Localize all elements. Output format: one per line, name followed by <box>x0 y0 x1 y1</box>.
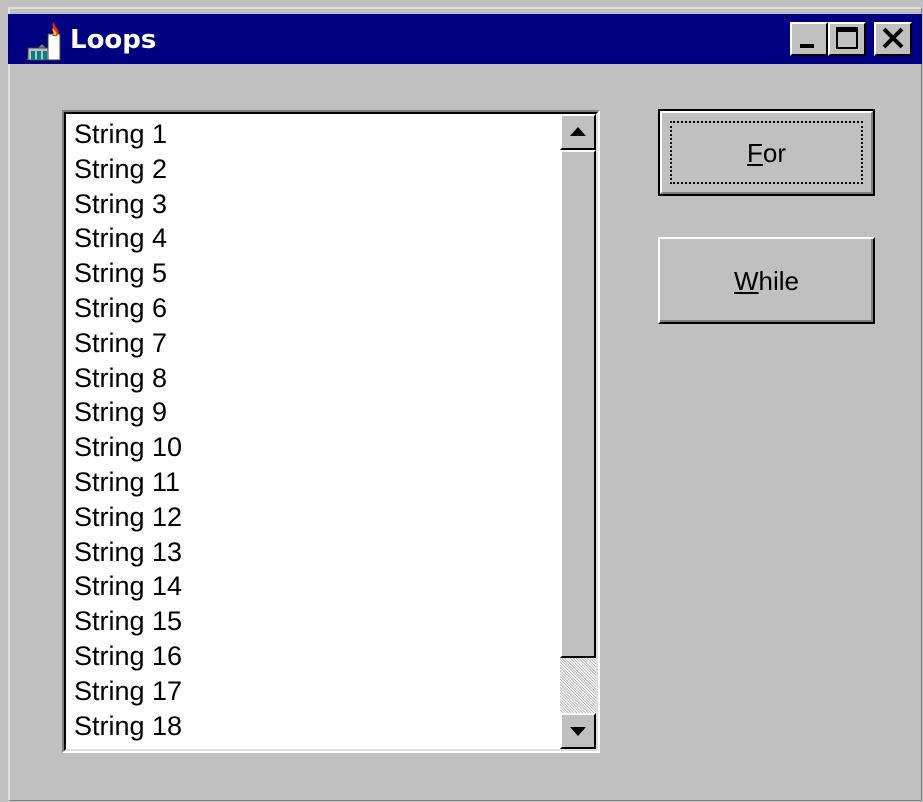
list-item[interactable]: String 10 <box>74 430 554 465</box>
list-item[interactable]: String 9 <box>74 395 554 430</box>
list-item[interactable]: String 5 <box>74 256 554 291</box>
list-item[interactable]: String 11 <box>74 465 554 500</box>
list-item[interactable]: String 15 <box>74 604 554 639</box>
for-label-rest: or <box>762 137 786 168</box>
for-button[interactable]: For <box>658 109 875 196</box>
while-mnemonic: W <box>733 265 759 296</box>
while-button-label: While <box>660 266 873 296</box>
list-item[interactable]: String 2 <box>74 152 554 187</box>
scroll-thumb[interactable] <box>560 150 596 658</box>
delphi-app-icon[interactable] <box>22 20 66 64</box>
listbox-client-area: String 1 String 2 String 3 String 4 String 5… <box>64 112 598 751</box>
for-button-label: For <box>660 138 873 168</box>
list-item[interactable]: String 14 <box>74 569 554 604</box>
scroll-up-button[interactable] <box>560 114 596 150</box>
close-icon <box>882 27 904 49</box>
list-item[interactable]: String 16 <box>74 639 554 674</box>
maximize-icon <box>836 27 858 49</box>
window-title: Loops <box>70 25 157 55</box>
list-item[interactable]: String 19 <box>74 743 554 747</box>
list-items: String 1 String 2 String 3 String 4 String 5… <box>74 117 554 747</box>
scroll-up-arrow-icon <box>570 127 586 136</box>
minimize-icon <box>800 44 814 48</box>
list-item[interactable]: String 7 <box>74 326 554 361</box>
list-item[interactable]: String 17 <box>74 674 554 709</box>
list-item[interactable]: String 13 <box>74 535 554 570</box>
vertical-scrollbar[interactable] <box>560 114 596 749</box>
scroll-down-button[interactable] <box>560 713 596 749</box>
while-label-rest: hile <box>758 265 800 296</box>
scroll-down-arrow-icon <box>570 727 586 736</box>
while-button[interactable]: While <box>658 237 875 324</box>
list-item[interactable]: String 8 <box>74 361 554 396</box>
list-item[interactable]: String 18 <box>74 709 554 744</box>
minimize-button[interactable] <box>790 22 828 56</box>
list-item[interactable]: String 12 <box>74 500 554 535</box>
maximize-button[interactable] <box>828 22 866 56</box>
for-mnemonic: F <box>746 137 763 168</box>
list-item[interactable]: String 1 <box>74 117 554 152</box>
list-item[interactable]: String 4 <box>74 221 554 256</box>
list-item[interactable]: String 6 <box>74 291 554 326</box>
list-item[interactable]: String 3 <box>74 187 554 222</box>
close-button[interactable] <box>874 22 912 56</box>
string-listbox[interactable]: String 1 String 2 String 3 String 4 String 5… <box>62 110 600 753</box>
